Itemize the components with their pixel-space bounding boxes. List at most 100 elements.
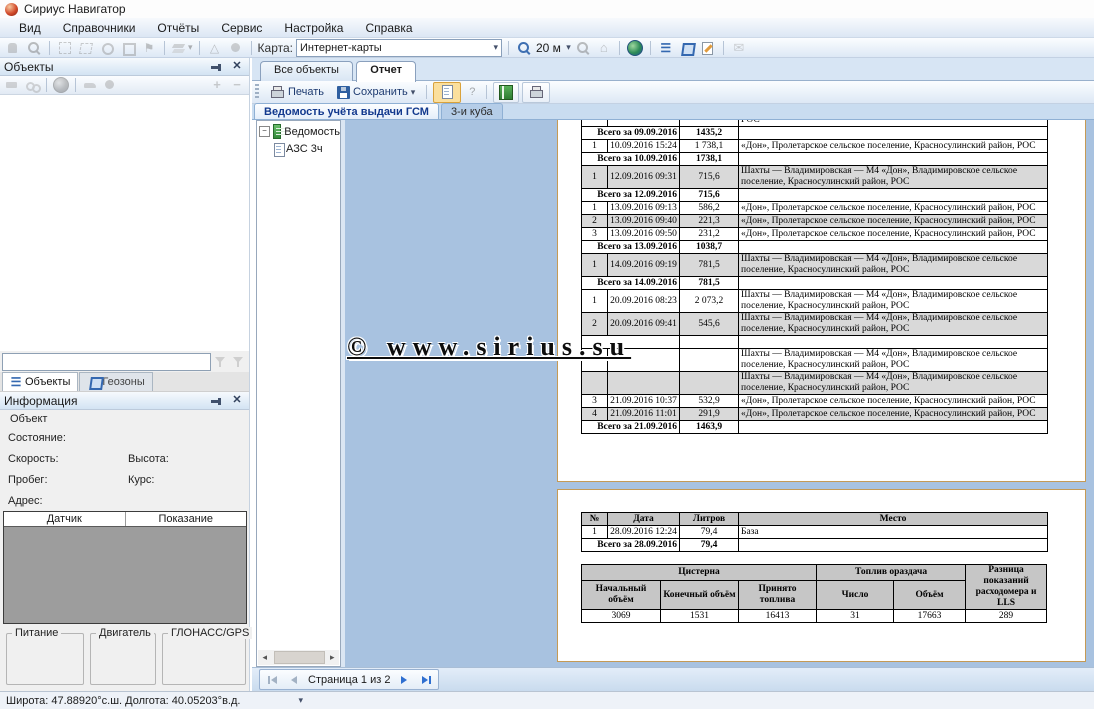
map-show-button[interactable] [52, 77, 70, 94]
print-preview-button[interactable] [522, 82, 550, 103]
scroll-right-icon[interactable]: ▸ [325, 650, 339, 665]
add-object-button[interactable]: + [208, 77, 226, 94]
table-cell: 12.09.2016 09:31 [608, 166, 680, 189]
address-label: Адрес: [8, 495, 43, 507]
polygon-icon [87, 374, 99, 390]
tab-report-cubes[interactable]: 3-и куба [441, 103, 503, 119]
track-button[interactable] [3, 77, 21, 94]
vehicle-button[interactable] [81, 77, 99, 94]
zoom-scale-select[interactable]: 20 м ▾ [536, 39, 571, 56]
truck-icon [4, 77, 20, 93]
power-group-label: Питание [12, 627, 61, 639]
tree-node-root[interactable]: − Ведомость [259, 124, 340, 139]
reading-column-header: Показание [126, 512, 247, 526]
report-viewer[interactable]: РОСВсего за 09.09.20161435,2110.09.2016 … [345, 120, 1094, 667]
menu-item[interactable]: Настройка [273, 19, 354, 37]
scroll-left-icon[interactable]: ◂ [258, 650, 272, 665]
tab-report-gsm[interactable]: Ведомость учёта выдачи ГСМ [254, 103, 439, 119]
pin-icon[interactable] [209, 59, 225, 75]
tree-horizontal-scrollbar[interactable]: ◂ ▸ [258, 650, 339, 665]
separator [508, 41, 509, 55]
help-button[interactable]: ? [464, 83, 480, 102]
tab-geozones[interactable]: Геозоны [79, 372, 152, 391]
sphere-tool-button[interactable] [227, 39, 245, 56]
menu-item[interactable]: Вид [8, 19, 52, 37]
table-cell: Всего за 14.09.2016 [582, 277, 680, 290]
measure-button[interactable]: △ [206, 39, 224, 56]
dropdown-caret-icon: ▾ [566, 43, 571, 52]
zoom-in-button[interactable] [515, 39, 533, 56]
tab-all-objects[interactable]: Все объекты [260, 61, 353, 81]
internet-map-button[interactable] [626, 39, 644, 56]
search-tool-button[interactable] [25, 39, 43, 56]
remove-object-button[interactable]: − [228, 77, 246, 94]
info-fields: Объект Состояние: Скорость: Высота: Проб… [0, 410, 249, 511]
close-icon[interactable]: ✕ [229, 59, 245, 75]
collapse-icon[interactable]: − [259, 126, 270, 137]
filter-clear-icon[interactable] [231, 354, 247, 370]
summary-table: Цистерна Топлив ораздача Разница показан… [581, 564, 1047, 623]
close-icon[interactable]: ✕ [229, 393, 245, 409]
fuel-log-table: РОСВсего за 09.09.20161435,2110.09.2016 … [581, 120, 1048, 434]
filter-icon[interactable] [213, 354, 229, 370]
save-button[interactable]: Сохранить ▾ [332, 83, 420, 102]
toolbar-grip[interactable] [255, 84, 259, 100]
summary-values-row: 30691531164133117663289 [582, 610, 1047, 623]
tab-report[interactable]: Отчет [356, 61, 416, 82]
engine-group: Двигатель [90, 633, 156, 685]
menu-item[interactable]: Справка [354, 19, 423, 37]
sensors-body[interactable] [6, 529, 244, 621]
table-cell: 1 [582, 290, 608, 313]
notes-button[interactable] [699, 39, 717, 56]
tab-objects[interactable]: ☰ Объекты [2, 372, 78, 391]
report-toolbar: Печать Сохранить ▾ ? [252, 81, 1094, 104]
first-page-button[interactable] [264, 672, 280, 687]
map-select[interactable]: Интернет-карты ▾ [296, 39, 502, 57]
pan-tool-button[interactable] [4, 39, 22, 56]
sphere-icon [102, 77, 118, 93]
object-search-input[interactable] [2, 353, 211, 371]
left-dock: Объекты ✕ + − ☰ Объекты Геозоны Информац… [0, 58, 250, 691]
zoom-out-button[interactable] [574, 39, 592, 56]
last-page-button[interactable] [418, 672, 434, 687]
single-page-toggle-button[interactable] [433, 82, 461, 103]
document-icon [271, 142, 283, 156]
table-cell: 221,3 [680, 215, 739, 228]
next-page-button[interactable] [396, 672, 412, 687]
mail-button[interactable]: ✉ [730, 39, 748, 56]
report-tree: − Ведомость АЗС 3ч ◂ ▸ [256, 120, 341, 667]
point-button[interactable] [101, 77, 119, 94]
note-edit-icon [700, 40, 716, 56]
tree-node-child[interactable]: АЗС 3ч [271, 142, 340, 156]
table-row: 220.09.2016 09:41545,6Шахты — Владимиров… [582, 313, 1048, 336]
print-button[interactable]: Печать [264, 83, 329, 102]
object-list-button[interactable]: ☰ [657, 39, 675, 56]
layers-button[interactable]: ▾ [171, 39, 193, 56]
scrollbar-thumb[interactable] [274, 651, 326, 664]
objects-list[interactable] [0, 95, 249, 351]
previous-page-button[interactable] [286, 672, 302, 687]
menu-item[interactable]: Справочники [52, 19, 147, 37]
table-cell: Шахты — Владимировская — М4 «Дон», Влади… [739, 254, 1048, 277]
table-cell [582, 372, 608, 395]
menu-item[interactable]: Сервис [210, 19, 273, 37]
menu-item[interactable]: Отчёты [146, 19, 210, 37]
link-button[interactable] [23, 77, 41, 94]
dropdown-caret-icon[interactable]: ▾ [298, 696, 303, 705]
table-header-row: № Дата Литров Место [582, 513, 1048, 526]
dashed-polygon-icon [78, 40, 94, 56]
table-cell: «Дон», Пролетарское сельское поселение, … [739, 202, 1048, 215]
fuel-log-table-page2: № Дата Литров Место 128.09.2016 12:2479,… [581, 512, 1048, 552]
pin-icon[interactable] [209, 393, 225, 409]
select-circle-button[interactable] [98, 39, 116, 56]
flag-tool-button[interactable]: ⚑ [140, 39, 158, 56]
select-rect-button[interactable] [119, 39, 137, 56]
geozone-button[interactable] [678, 39, 696, 56]
book-view-button[interactable] [493, 82, 519, 103]
dropdown-caret-icon: ▾ [188, 43, 193, 52]
select-polygon-button[interactable] [77, 39, 95, 56]
select-area-button[interactable] [56, 39, 74, 56]
table-cell [739, 153, 1048, 166]
home-button[interactable]: ⌂ [595, 39, 613, 56]
page-indicator: Страница 1 из 2 [308, 674, 390, 686]
